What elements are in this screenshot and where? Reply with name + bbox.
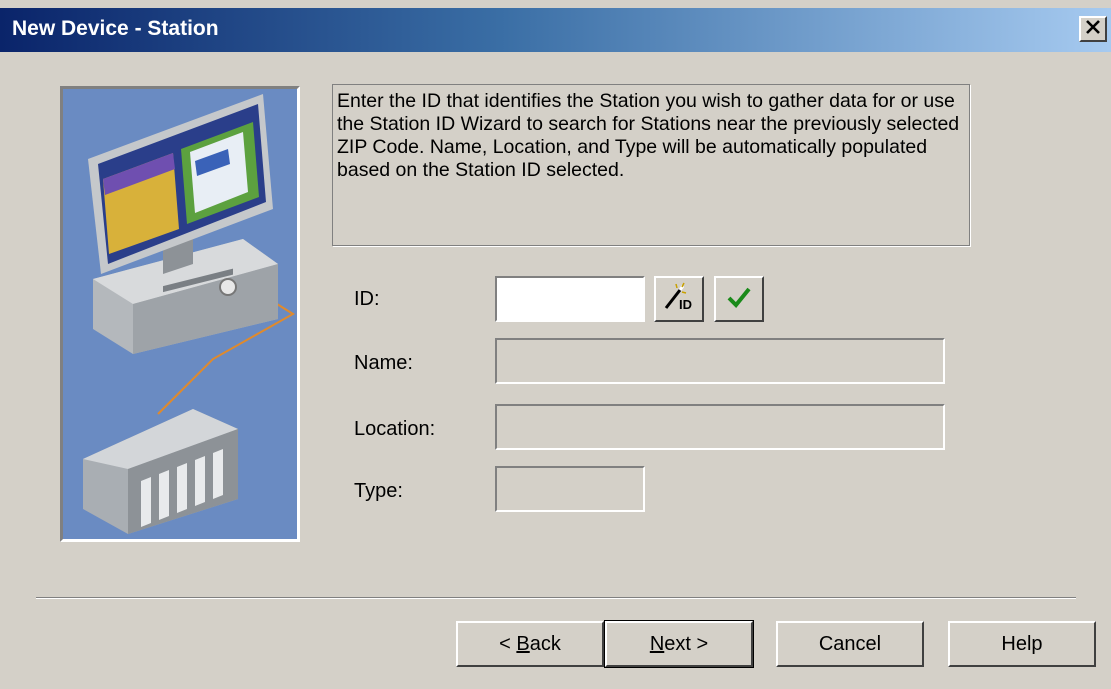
location-label: Location: <box>354 418 436 440</box>
cancel-button[interactable]: Cancel <box>776 621 924 667</box>
dialog-window: New Device - Station Enter the ID that i… <box>0 0 1111 689</box>
svg-text:ID: ID <box>679 297 692 312</box>
title-bar[interactable]: New Device - Station <box>0 8 1111 52</box>
back-button[interactable]: < Back <box>456 621 604 667</box>
validate-id-button[interactable] <box>714 276 764 322</box>
window-title: New Device - Station <box>12 17 219 40</box>
instructions-text: Enter the ID that identifies the Station… <box>332 84 970 246</box>
cancel-label: Cancel <box>818 632 882 655</box>
close-icon <box>1086 17 1100 39</box>
computer-plc-illustration <box>60 86 300 542</box>
id-label: ID: <box>354 288 380 310</box>
footer-separator <box>36 597 1076 599</box>
checkmark-icon <box>726 286 752 313</box>
station-id-wizard-button[interactable]: ID <box>654 276 704 322</box>
next-button[interactable]: Next > <box>604 620 754 668</box>
type-label: Type: <box>354 480 403 502</box>
back-label: < Back <box>499 632 561 655</box>
magic-wand-id-icon: ID <box>662 282 696 317</box>
station-location-field <box>495 404 945 450</box>
station-type-field <box>495 466 645 512</box>
help-button[interactable]: Help <box>948 621 1096 667</box>
name-label: Name: <box>354 352 413 374</box>
station-name-field <box>495 338 945 384</box>
close-button[interactable] <box>1079 16 1107 42</box>
help-label: Help <box>1001 632 1043 655</box>
next-label: Next > <box>649 632 709 655</box>
station-id-input[interactable] <box>495 276 645 322</box>
